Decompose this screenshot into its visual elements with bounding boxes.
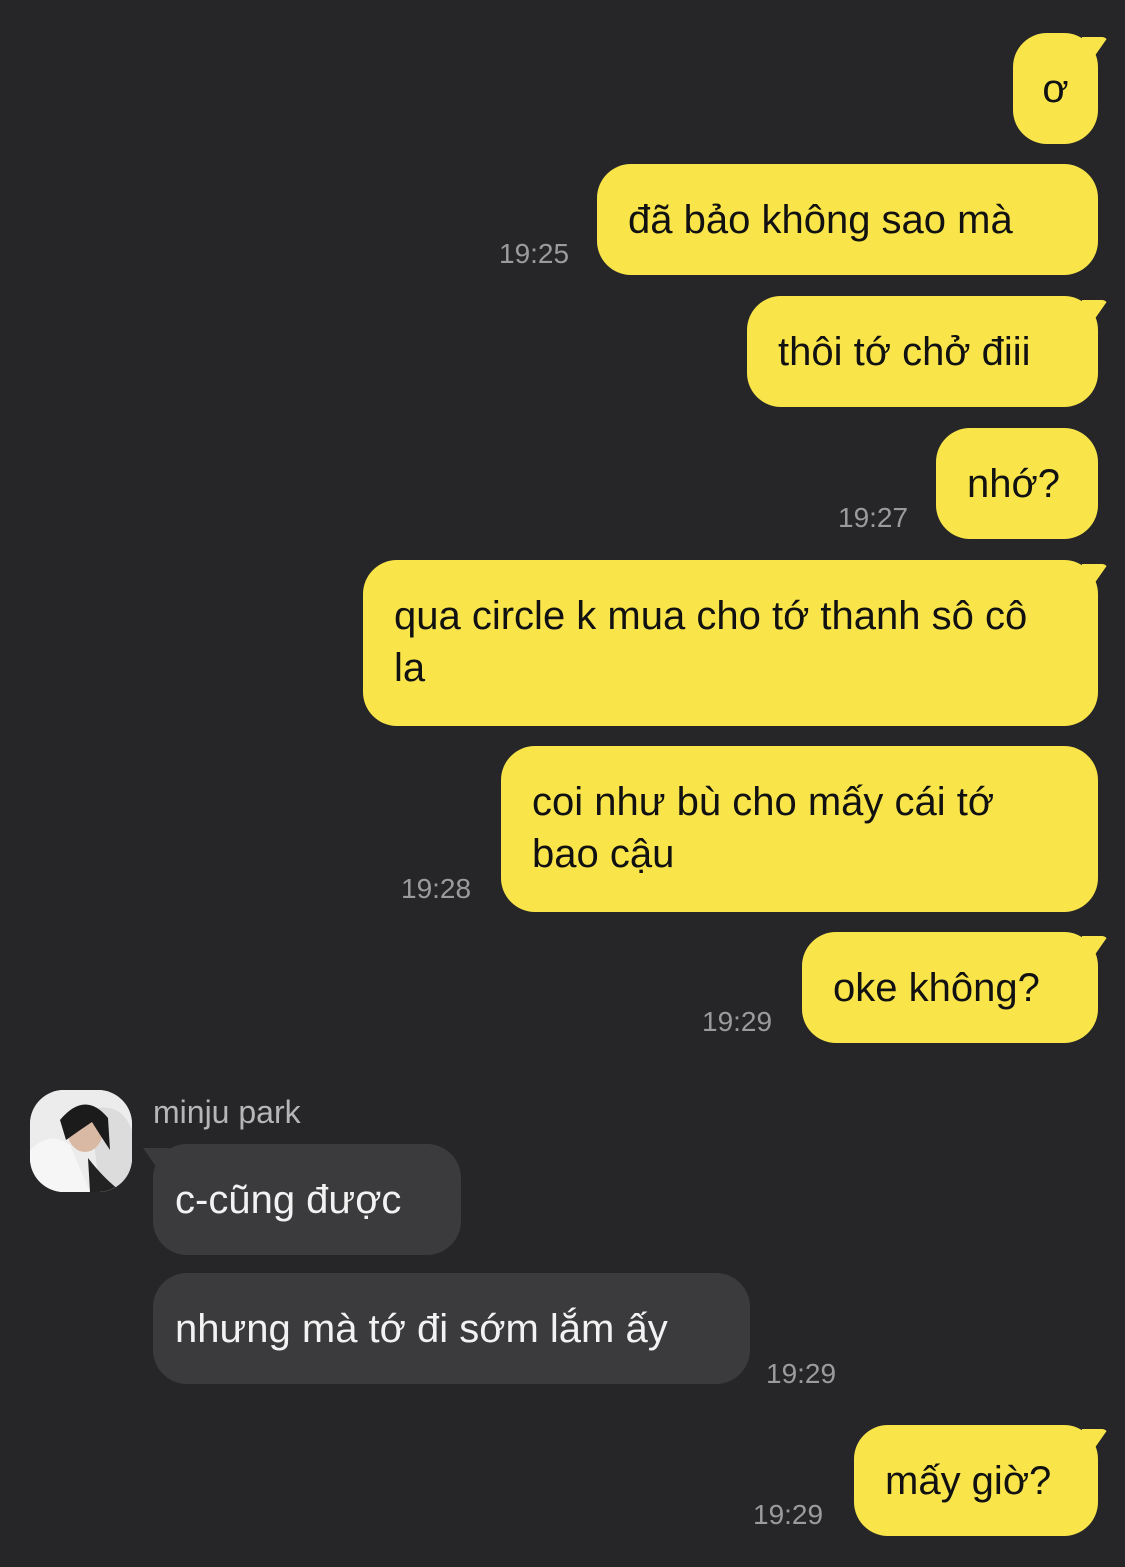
message-timestamp: 19:29 <box>753 1499 824 1530</box>
message-timestamp: 19:25 <box>499 238 570 269</box>
profile-photo-icon <box>30 1090 132 1192</box>
outgoing-message[interactable]: oke không? <box>802 932 1098 1043</box>
message-timestamp: 19:29 <box>766 1358 837 1389</box>
outgoing-message[interactable]: đã bảo không sao mà <box>597 164 1098 275</box>
message-text: c-cũng được <box>175 1178 402 1222</box>
outgoing-message[interactable]: thôi tớ chở điii <box>747 296 1098 407</box>
incoming-message[interactable]: nhưng mà tớ đi sớm lắm ấy <box>153 1273 750 1384</box>
message-text: ơ <box>1042 67 1069 111</box>
message-text: nhưng mà tớ đi sớm lắm ấy <box>175 1307 668 1351</box>
sender-name: minju park <box>153 1094 301 1130</box>
message-text: oke không? <box>833 966 1040 1010</box>
message-timestamp: 19:29 <box>702 1006 773 1037</box>
message-text: coi như bù cho mấy cái tớ bao cậu <box>532 780 995 876</box>
outgoing-message[interactable]: qua circle k mua cho tớ thanh sô cô la <box>363 560 1098 726</box>
message-text: đã bảo không sao mà <box>628 198 1013 242</box>
outgoing-message[interactable]: ơ <box>1013 33 1098 144</box>
outgoing-message[interactable]: coi như bù cho mấy cái tớ bao cậu <box>501 746 1098 912</box>
outgoing-message[interactable]: nhớ? <box>936 428 1098 539</box>
message-text: nhớ? <box>967 462 1060 506</box>
avatar[interactable] <box>30 1090 132 1192</box>
message-text: qua circle k mua cho tớ thanh sô cô la <box>394 594 1028 690</box>
incoming-message[interactable]: c-cũng được <box>153 1144 461 1255</box>
message-text: thôi tớ chở điii <box>778 330 1031 374</box>
message-timestamp: 19:28 <box>401 873 472 904</box>
outgoing-message[interactable]: mấy giờ? <box>854 1425 1098 1536</box>
message-text: mấy giờ? <box>885 1459 1052 1503</box>
message-timestamp: 19:27 <box>838 502 909 533</box>
